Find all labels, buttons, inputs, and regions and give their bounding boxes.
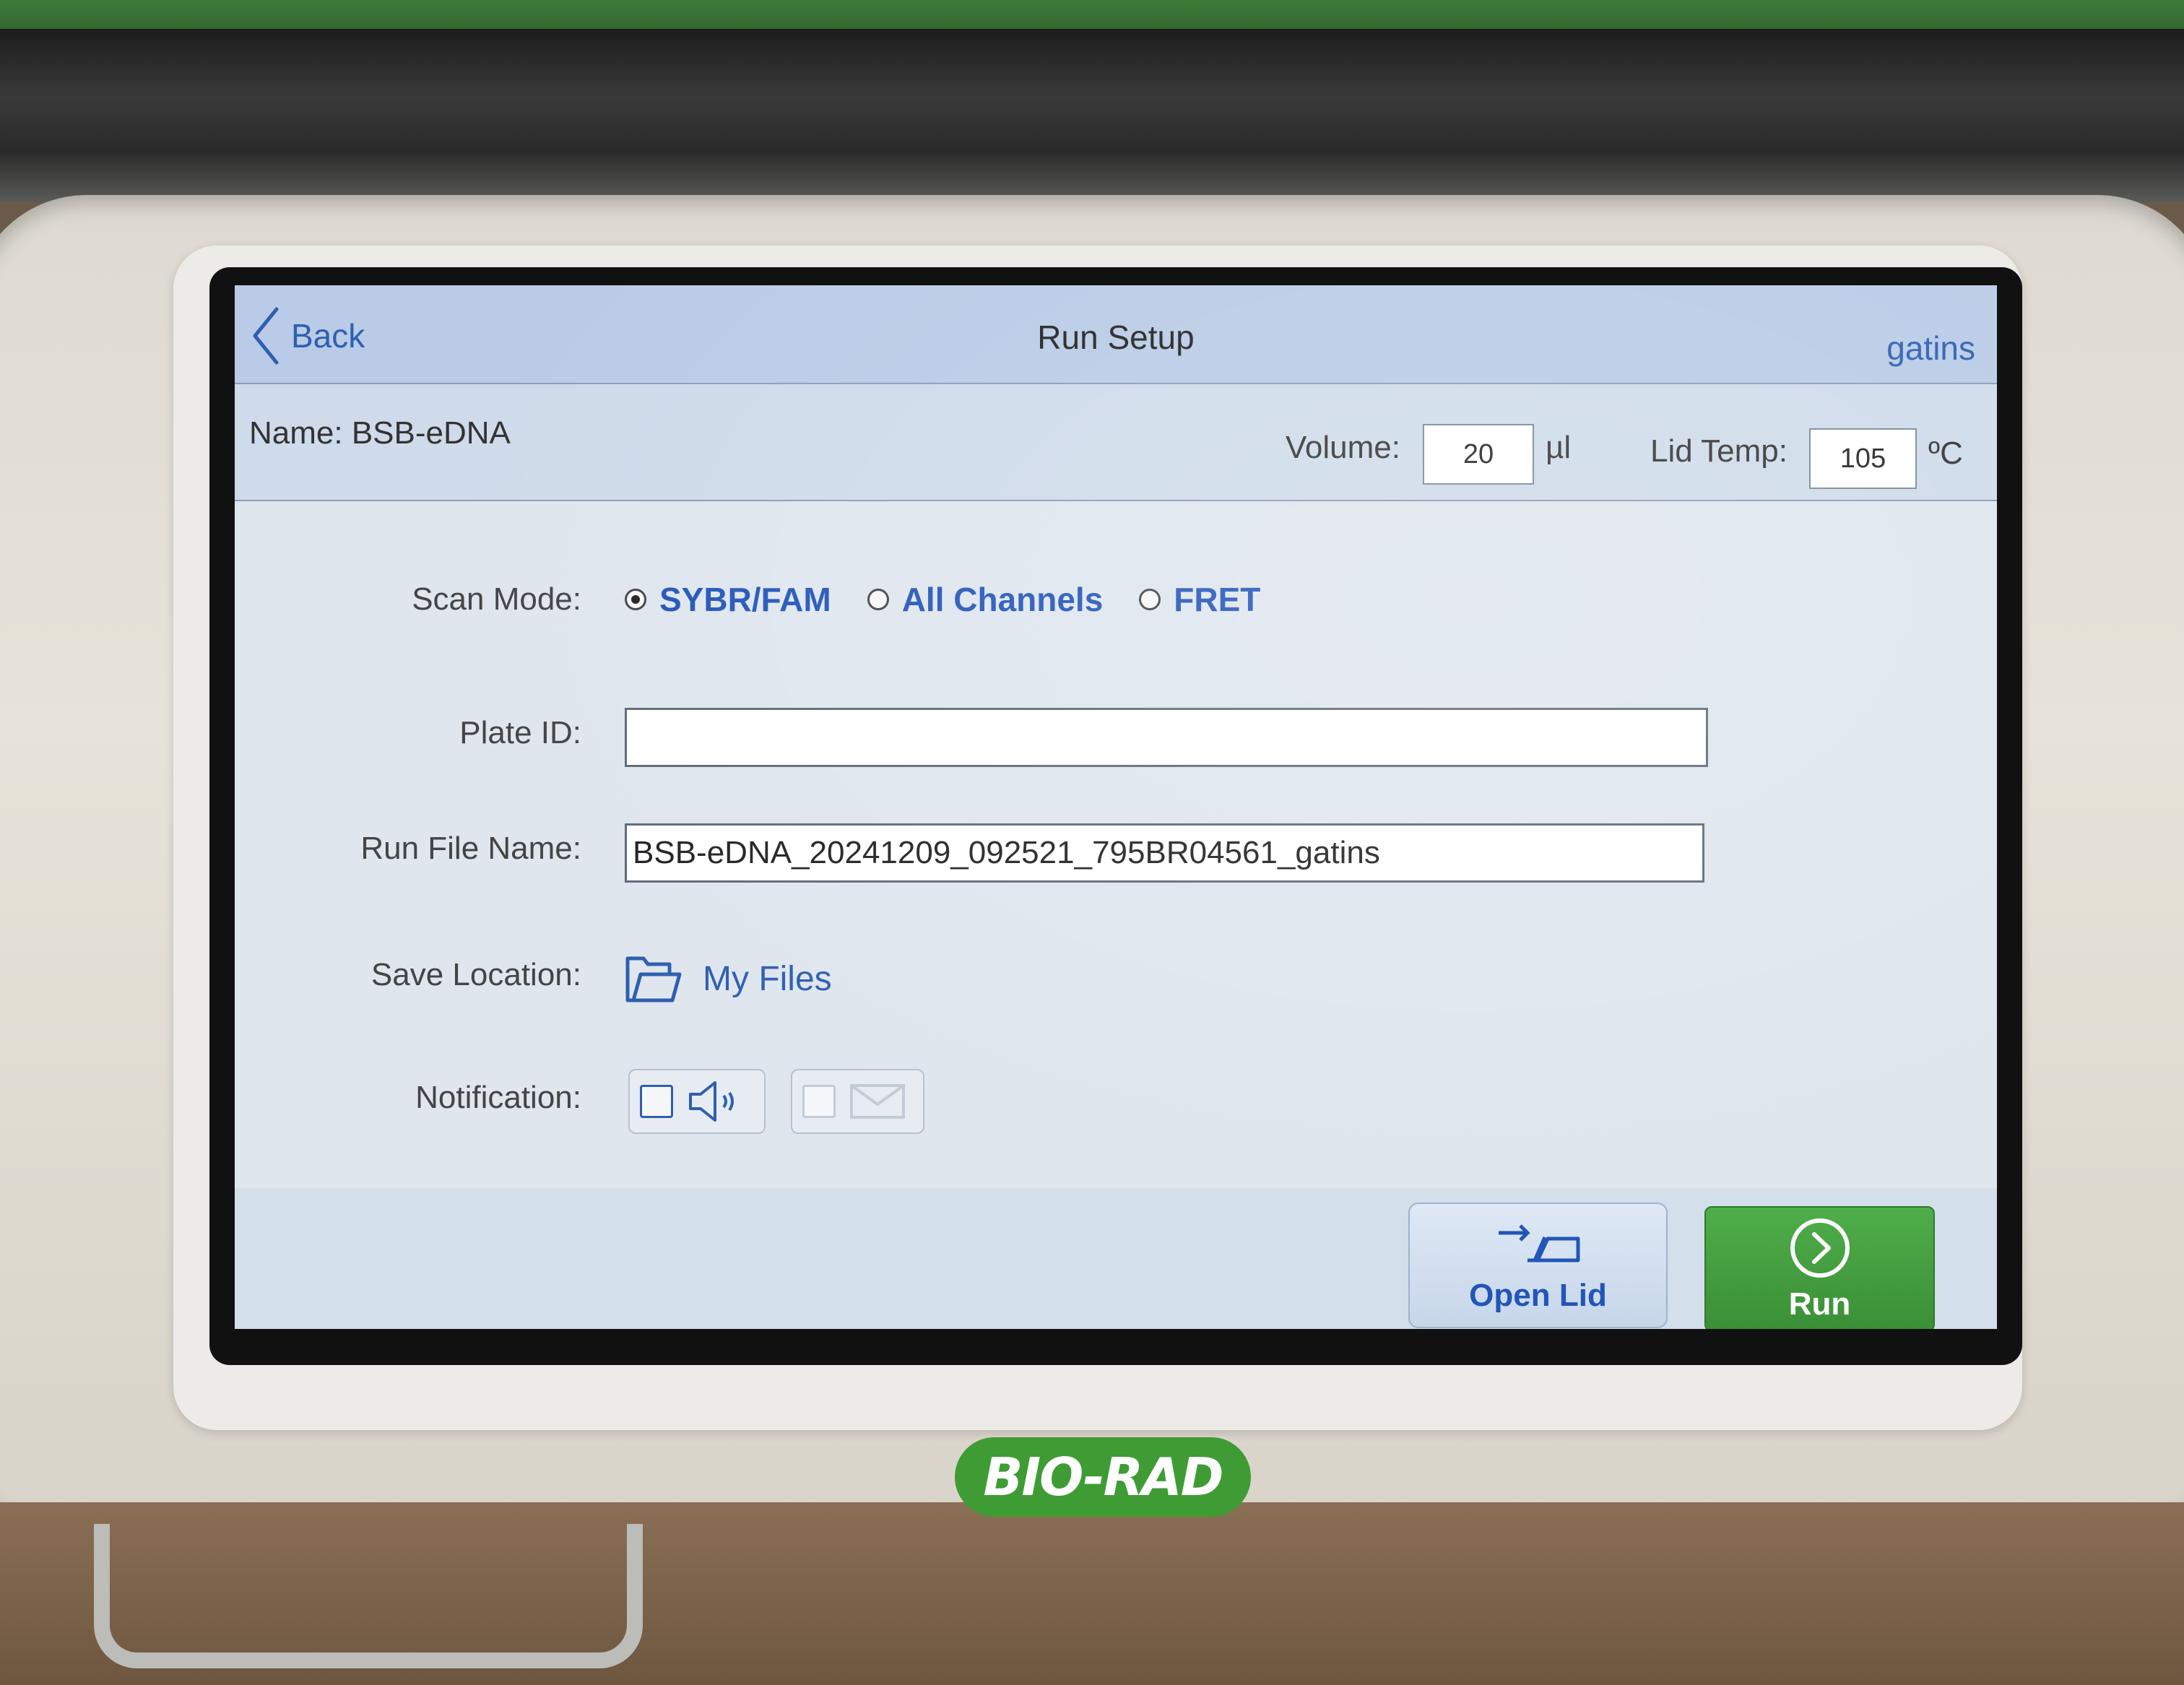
speaker-icon [689, 1081, 734, 1122]
device-handle [94, 1524, 643, 1668]
volume-field[interactable]: 20 [1423, 424, 1534, 485]
run-label: Run [1788, 1286, 1851, 1322]
email-notification-toggle[interactable] [791, 1069, 924, 1134]
open-lid-icon [1498, 1224, 1580, 1262]
protocol-name: Name: BSB-eDNA [249, 415, 511, 451]
radio-label: SYBR/FAM [659, 581, 831, 618]
radio-fret[interactable]: FRET [1139, 580, 1260, 619]
device-lid [0, 29, 2184, 202]
radio-sybr-fam[interactable]: SYBR/FAM [625, 580, 831, 619]
brand-logo: BIO-RAD [955, 1437, 1251, 1517]
sound-checkbox[interactable] [640, 1085, 673, 1118]
touchscreen: Back Run Setup gatins Name: BSB-eDNA Vol… [235, 285, 1997, 1329]
plate-id-input[interactable] [625, 708, 1708, 767]
plate-id-label: Plate ID: [459, 715, 581, 750]
scan-mode-radio-group: SYBR/FAM All Channels FRET [625, 574, 1296, 625]
chevron-right-circle-icon [1790, 1218, 1850, 1278]
run-file-name-label: Run File Name: [360, 831, 581, 866]
run-button[interactable]: Run [1704, 1206, 1935, 1329]
save-location-value: My Files [703, 959, 832, 998]
save-location-label: Save Location: [370, 957, 581, 992]
run-file-name-input[interactable]: BSB-eDNA_20241209_092521_795BR04561_gati… [625, 823, 1704, 883]
open-lid-label: Open Lid [1469, 1278, 1607, 1313]
envelope-icon [850, 1084, 905, 1119]
sound-notification-toggle[interactable] [628, 1069, 766, 1134]
radio-all-channels[interactable]: All Channels [867, 580, 1104, 619]
email-checkbox[interactable] [802, 1085, 836, 1118]
radio-label: All Channels [901, 581, 1104, 618]
header-bar: Back Run Setup gatins [235, 285, 1997, 384]
volume-label: Volume: [1286, 430, 1400, 465]
radio-unselected-icon [867, 589, 889, 610]
scan-mode-label: Scan Mode: [412, 581, 581, 617]
notification-label: Notification: [415, 1080, 581, 1115]
lid-temp-label: Lid Temp: [1650, 433, 1788, 469]
page-title: Run Setup [1037, 319, 1195, 356]
radio-label: FRET [1174, 581, 1261, 618]
radio-unselected-icon [1139, 589, 1161, 610]
radio-selected-icon [625, 589, 646, 610]
user-name[interactable]: gatins [1886, 329, 1975, 368]
save-location-button[interactable]: My Files [625, 950, 832, 1008]
lid-temp-field[interactable]: 105 [1809, 428, 1917, 489]
open-lid-button[interactable]: Open Lid [1408, 1203, 1668, 1328]
volume-unit: µl [1546, 430, 1572, 465]
folder-icon [625, 956, 682, 1002]
lid-temp-unit: ºC [1928, 436, 1963, 471]
